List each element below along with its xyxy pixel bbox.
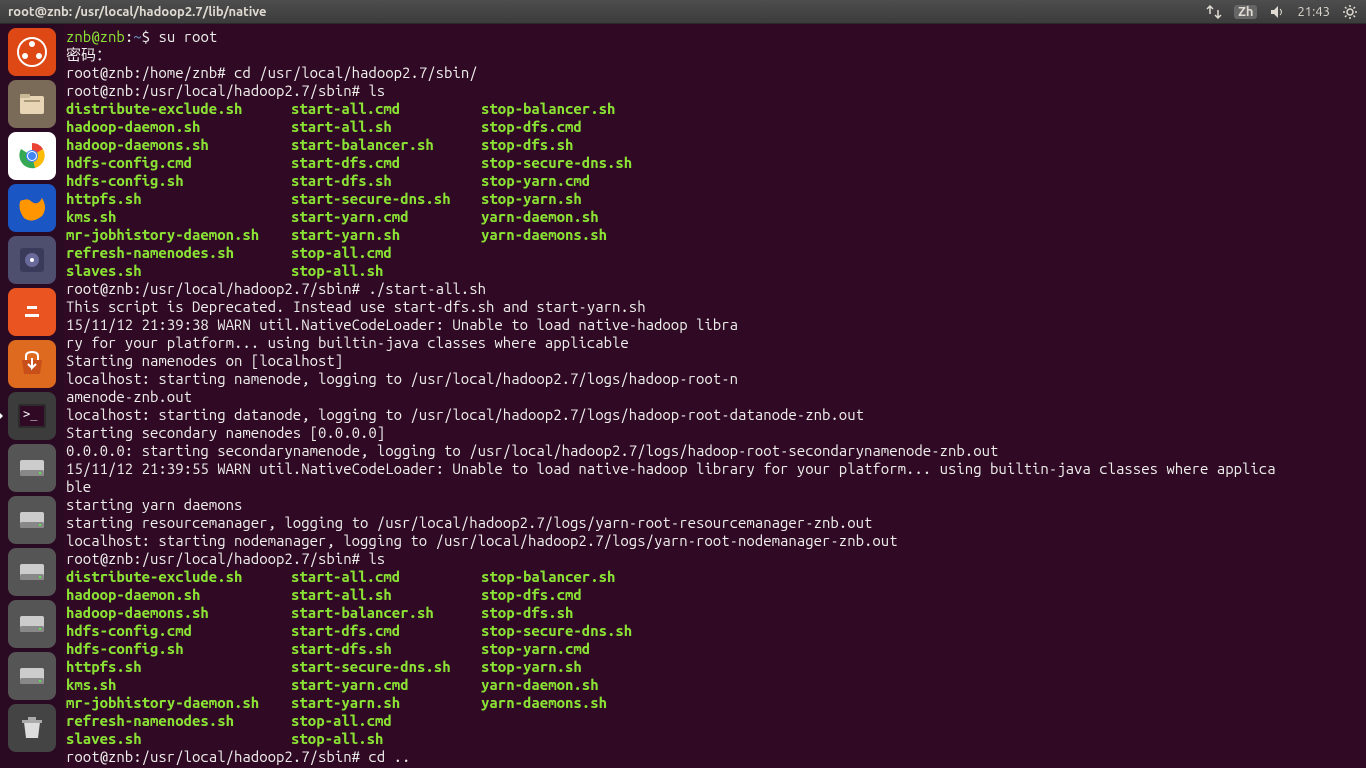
terminal-line: localhost: starting nodemanager, logging… xyxy=(66,532,1364,550)
terminal-line: localhost: starting namenode, logging to… xyxy=(66,370,1364,388)
terminal-line: root@znb:/usr/local/hadoop2.7/sbin# ls xyxy=(66,550,1364,568)
terminal-line: starting resourcemanager, logging to /us… xyxy=(66,514,1364,532)
files-icon[interactable] xyxy=(8,80,56,128)
terminal-line: mr-jobhistory-daemon.shstart-yarn.shyarn… xyxy=(66,694,1364,712)
terminal-line: This script is Deprecated. Instead use s… xyxy=(66,298,1364,316)
terminal-line: 0.0.0.0: starting secondarynamenode, log… xyxy=(66,442,1364,460)
chrome-icon[interactable] xyxy=(8,132,56,180)
software-icon[interactable] xyxy=(8,340,56,388)
terminal-line: hadoop-daemon.shstart-all.shstop-dfs.cmd xyxy=(66,586,1364,604)
top-menu-bar: root@znb: /usr/local/hadoop2.7/lib/nativ… xyxy=(0,0,1366,24)
terminal-line: ry for your platform... using builtin-ja… xyxy=(66,334,1364,352)
terminal-line: httpfs.shstart-secure-dns.shstop-yarn.sh xyxy=(66,658,1364,676)
drive-icon-3[interactable] xyxy=(8,548,56,596)
terminal-line: hdfs-config.shstart-dfs.shstop-yarn.cmd xyxy=(66,172,1364,190)
terminal-line: root@znb:/usr/local/hadoop2.7/sbin# ./st… xyxy=(66,280,1364,298)
terminal-line: mr-jobhistory-daemon.shstart-yarn.shyarn… xyxy=(66,226,1364,244)
terminal-line: localhost: starting datanode, logging to… xyxy=(66,406,1364,424)
terminal-line: hdfs-config.shstart-dfs.shstop-yarn.cmd xyxy=(66,640,1364,658)
terminal-line: znb@znb:~$ su root xyxy=(66,28,1364,46)
drive-icon-4[interactable] xyxy=(8,600,56,648)
drive-icon-1[interactable] xyxy=(8,444,56,492)
window-title: root@znb: /usr/local/hadoop2.7/lib/nativ… xyxy=(8,5,267,19)
drive-icon-2[interactable] xyxy=(8,496,56,544)
gear-icon[interactable] xyxy=(1342,4,1358,20)
terminal-line: 15/11/12 21:39:55 WARN util.NativeCodeLo… xyxy=(66,460,1364,478)
terminal-line: ble xyxy=(66,478,1364,496)
unity-launcher: >_ xyxy=(0,24,64,768)
terminal-line: httpfs.shstart-secure-dns.shstop-yarn.sh xyxy=(66,190,1364,208)
media-icon[interactable] xyxy=(8,236,56,284)
terminal-line: 15/11/12 21:39:38 WARN util.NativeCodeLo… xyxy=(66,316,1364,334)
terminal-line: hadoop-daemon.shstart-all.shstop-dfs.cmd xyxy=(66,118,1364,136)
terminal-icon[interactable]: >_ xyxy=(8,392,56,440)
ime-indicator[interactable]: Zh xyxy=(1234,5,1257,19)
terminal-line: root@znb:/home/znb# cd /usr/local/hadoop… xyxy=(66,64,1364,82)
terminal-line: root@znb:/usr/local/hadoop2.7/sbin# ls xyxy=(66,82,1364,100)
terminal-line: slaves.shstop-all.sh xyxy=(66,262,1364,280)
terminal-line: hdfs-config.cmdstart-dfs.cmdstop-secure-… xyxy=(66,622,1364,640)
terminal-line: hadoop-daemons.shstart-balancer.shstop-d… xyxy=(66,136,1364,154)
terminal-line: Starting secondary namenodes [0.0.0.0] xyxy=(66,424,1364,442)
terminal-line: kms.shstart-yarn.cmdyarn-daemon.sh xyxy=(66,208,1364,226)
sound-icon[interactable] xyxy=(1269,4,1285,20)
terminal-line: amenode-znb.out xyxy=(66,388,1364,406)
terminal-line: slaves.shstop-all.sh xyxy=(66,730,1364,748)
network-icon[interactable] xyxy=(1206,4,1222,20)
clock[interactable]: 21:43 xyxy=(1297,5,1330,19)
firefox-icon[interactable] xyxy=(8,184,56,232)
terminal-line: hdfs-config.cmdstart-dfs.cmdstop-secure-… xyxy=(66,154,1364,172)
vlc-icon[interactable] xyxy=(8,288,56,336)
terminal-line: kms.shstart-yarn.cmdyarn-daemon.sh xyxy=(66,676,1364,694)
terminal-line: distribute-exclude.shstart-all.cmdstop-b… xyxy=(66,568,1364,586)
terminal-line: refresh-namenodes.shstop-all.cmd xyxy=(66,712,1364,730)
terminal-line: starting yarn daemons xyxy=(66,496,1364,514)
terminal-line: 密码： xyxy=(66,46,1364,64)
terminal-line: root@znb:/usr/local/hadoop2.7/sbin# cd .… xyxy=(66,748,1364,766)
trash-icon[interactable] xyxy=(8,704,56,752)
drive-icon-5[interactable] xyxy=(8,652,56,700)
terminal-line: distribute-exclude.shstart-all.cmdstop-b… xyxy=(66,100,1364,118)
terminal-line: Starting namenodes on [localhost] xyxy=(66,352,1364,370)
svg-text:>_: >_ xyxy=(23,407,38,421)
terminal-line: refresh-namenodes.shstop-all.cmd xyxy=(66,244,1364,262)
terminal-content[interactable]: znb@znb:~$ su root密码：root@znb:/home/znb#… xyxy=(64,24,1366,768)
dash-icon[interactable] xyxy=(8,28,56,76)
terminal-line: hadoop-daemons.shstart-balancer.shstop-d… xyxy=(66,604,1364,622)
